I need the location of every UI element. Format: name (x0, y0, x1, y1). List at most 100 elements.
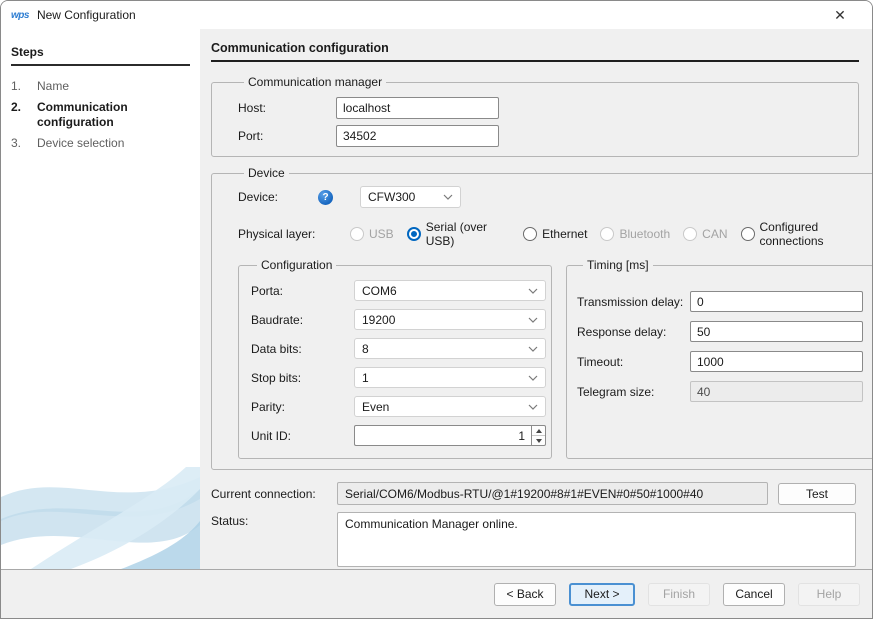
step-label: Device selection (37, 136, 190, 151)
timeout-input[interactable] (690, 351, 863, 372)
timing-legend: Timing [ms] (583, 258, 653, 272)
host-input[interactable] (336, 97, 499, 119)
status-label: Status: (211, 514, 337, 528)
device-select[interactable]: CFW300 (360, 186, 461, 208)
parity-label: Parity: (251, 400, 354, 414)
step-number: 3. (11, 136, 37, 151)
decorative-swoosh-graphic (1, 459, 200, 569)
titlebar: wps New Configuration ✕ (1, 1, 872, 29)
porta-row: Porta: COM6 (251, 280, 546, 301)
chevron-down-icon (443, 194, 453, 200)
port-row: Port: (238, 125, 858, 147)
chevron-down-icon (528, 288, 538, 294)
data-bits-select-value: 8 (362, 342, 528, 356)
radio-serial-icon (407, 227, 421, 241)
configuration-legend: Configuration (257, 258, 336, 272)
data-bits-select[interactable]: 8 (354, 338, 546, 359)
physical-layer-row: Physical layer: USB Serial (over USB) Et… (238, 220, 872, 248)
radio-usb-label: USB (369, 227, 394, 241)
device-row: Device: ? CFW300 (238, 186, 872, 208)
communication-manager-legend: Communication manager (244, 75, 386, 89)
radio-can[interactable]: CAN (683, 227, 727, 241)
stop-bits-select[interactable]: 1 (354, 367, 546, 388)
help-icon[interactable]: ? (318, 190, 333, 205)
current-connection-value: Serial/COM6/Modbus-RTU/@1#19200#8#1#EVEN… (337, 482, 768, 505)
transmission-delay-input[interactable] (690, 291, 863, 312)
step-label: Communication configuration (37, 100, 190, 130)
porta-select-value: COM6 (362, 284, 528, 298)
stop-bits-select-value: 1 (362, 371, 528, 385)
parity-select[interactable]: Even (354, 396, 546, 417)
unit-id-label: Unit ID: (251, 429, 354, 443)
step-number: 2. (11, 100, 37, 130)
radio-ethernet-label: Ethernet (542, 227, 587, 241)
response-delay-label: Response delay: (577, 325, 690, 339)
status-textarea[interactable]: Communication Manager online. (337, 512, 856, 567)
unit-id-input[interactable] (354, 425, 531, 446)
help-button: Help (798, 583, 860, 606)
baudrate-select-value: 19200 (362, 313, 528, 327)
stop-bits-label: Stop bits: (251, 371, 354, 385)
step-item-name: 1. Name (11, 79, 190, 94)
parity-row: Parity: Even (251, 396, 546, 417)
chevron-down-icon (528, 317, 538, 323)
wps-app-icon: wps (11, 10, 29, 21)
cancel-button[interactable]: Cancel (723, 583, 785, 606)
baudrate-label: Baudrate: (251, 313, 354, 327)
timing-group: Timing [ms] Transmission delay: Response… (566, 258, 872, 459)
communication-manager-group: Communication manager Host: Port: (211, 75, 859, 157)
radio-configured-connections-icon (741, 227, 755, 241)
next-button[interactable]: Next > (569, 583, 635, 606)
physical-layer-label: Physical layer: (238, 227, 350, 241)
current-connection-row: Current connection: Serial/COM6/Modbus-R… (211, 482, 859, 505)
step-number: 1. (11, 79, 37, 94)
radio-can-icon (683, 227, 697, 241)
transmission-delay-label: Transmission delay: (577, 295, 690, 309)
stop-bits-row: Stop bits: 1 (251, 367, 546, 388)
porta-label: Porta: (251, 284, 354, 298)
finish-button: Finish (648, 583, 710, 606)
data-bits-label: Data bits: (251, 342, 354, 356)
spin-down-icon[interactable] (532, 435, 545, 445)
baudrate-select[interactable]: 19200 (354, 309, 546, 330)
unit-id-stepper (354, 425, 546, 446)
radio-ethernet-icon (523, 227, 537, 241)
radio-usb[interactable]: USB (350, 227, 394, 241)
telegram-size-row: Telegram size: (577, 381, 863, 402)
radio-bluetooth[interactable]: Bluetooth (600, 227, 670, 241)
radio-can-label: CAN (702, 227, 727, 241)
unit-id-row: Unit ID: (251, 425, 546, 446)
test-button[interactable]: Test (778, 483, 856, 505)
window-title: New Configuration (37, 8, 136, 22)
radio-bluetooth-label: Bluetooth (619, 227, 670, 241)
response-delay-input[interactable] (690, 321, 863, 342)
close-icon[interactable]: ✕ (828, 7, 852, 24)
radio-configured-connections-label: Configured connections (760, 220, 873, 248)
back-button[interactable]: < Back (494, 583, 556, 606)
porta-select[interactable]: COM6 (354, 280, 546, 301)
step-item-communication-configuration: 2. Communication configuration (11, 100, 190, 130)
step-label: Name (37, 79, 190, 94)
response-delay-row: Response delay: (577, 321, 863, 342)
radio-serial-over-usb[interactable]: Serial (over USB) (407, 220, 510, 248)
spin-up-icon[interactable] (532, 426, 545, 435)
configuration-group: Configuration Porta: COM6 Baudrate: 19 (238, 258, 552, 459)
device-legend: Device (244, 166, 289, 180)
baudrate-row: Baudrate: 19200 (251, 309, 546, 330)
status-row: Status: Communication Manager online. (211, 512, 859, 567)
radio-serial-label: Serial (over USB) (426, 220, 510, 248)
new-configuration-dialog: wps New Configuration ✕ Steps 1. Name 2.… (0, 0, 873, 619)
radio-ethernet[interactable]: Ethernet (523, 227, 587, 241)
timeout-label: Timeout: (577, 355, 690, 369)
transmission-delay-row: Transmission delay: (577, 291, 863, 312)
radio-configured-connections[interactable]: Configured connections (741, 220, 873, 248)
parity-select-value: Even (362, 400, 528, 414)
port-label: Port: (238, 129, 336, 143)
telegram-size-input (690, 381, 863, 402)
radio-bluetooth-icon (600, 227, 614, 241)
port-input[interactable] (336, 125, 499, 147)
data-bits-row: Data bits: 8 (251, 338, 546, 359)
host-label: Host: (238, 101, 336, 115)
device-group: Device Device: ? CFW300 Physical layer: (211, 166, 872, 470)
radio-usb-icon (350, 227, 364, 241)
